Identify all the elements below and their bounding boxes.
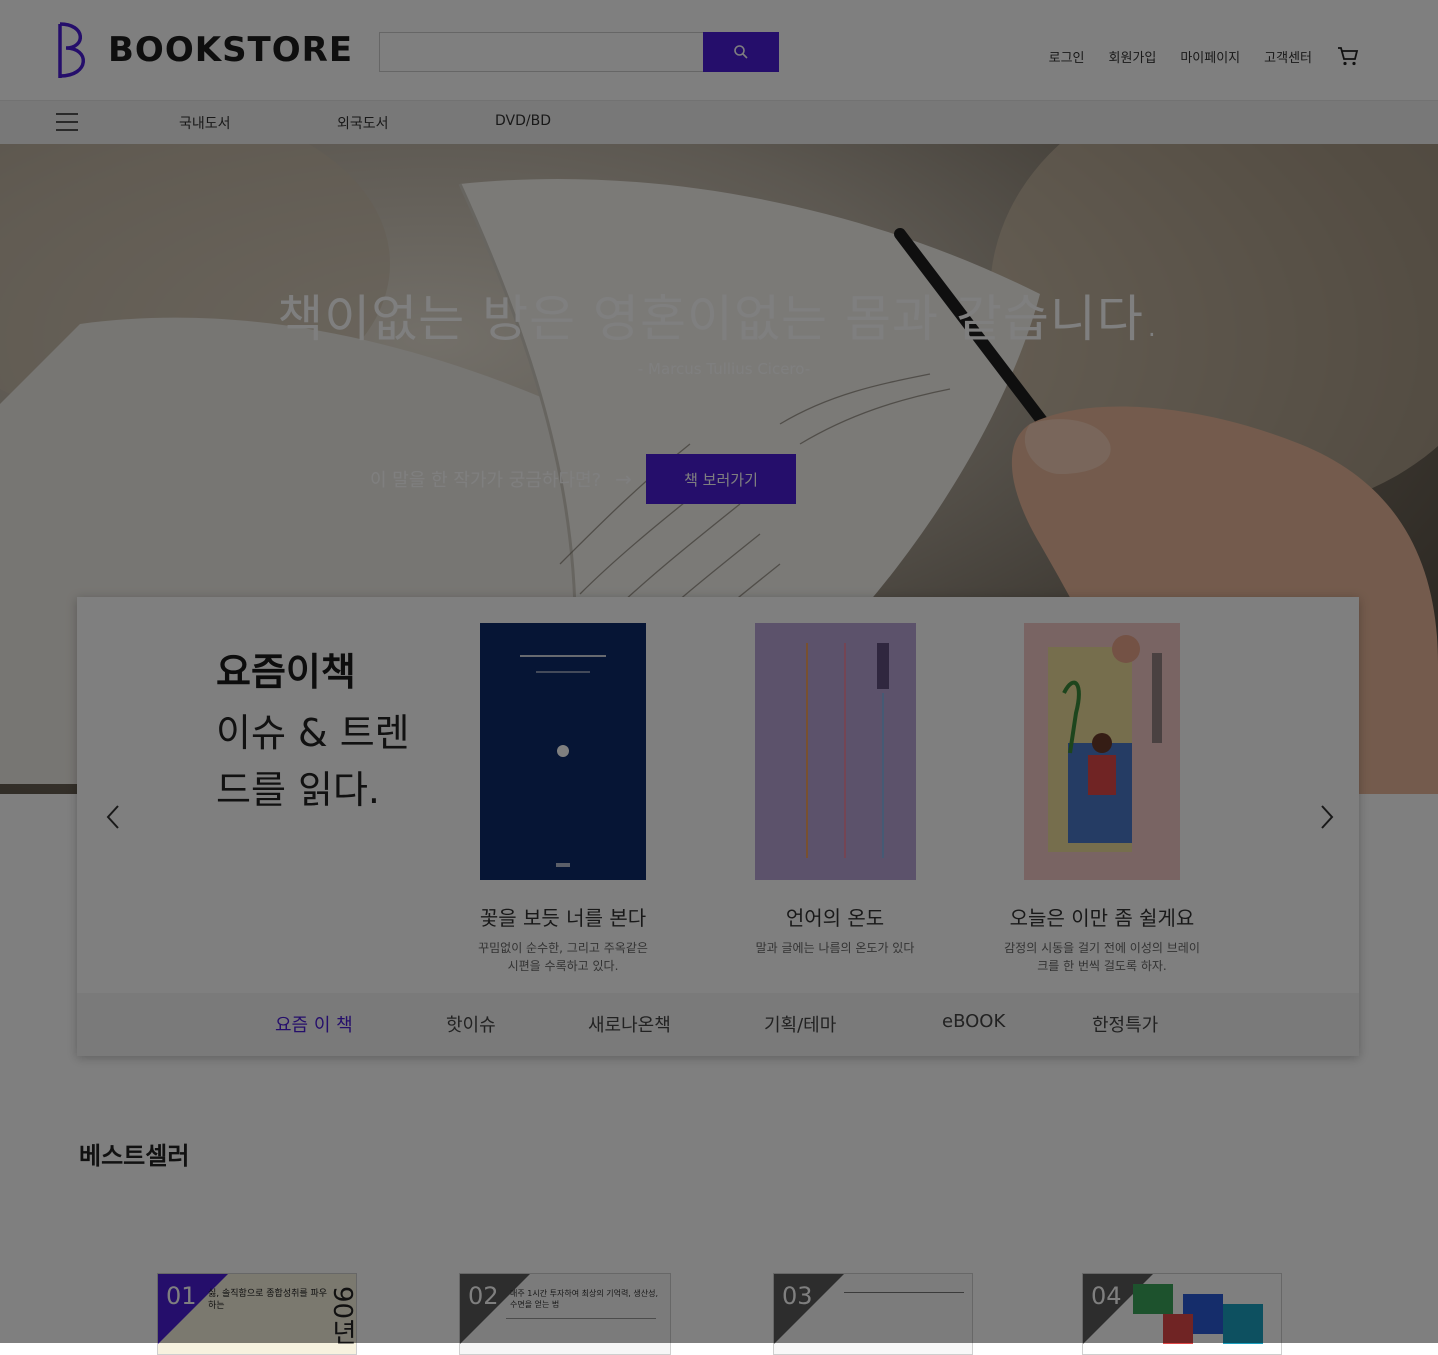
mypage-link[interactable]: 마이페이지 xyxy=(1180,47,1240,66)
search-icon xyxy=(734,45,748,59)
hero-cta-text: 이 말을 한 작가가 궁금하다면? xyxy=(370,470,602,491)
signup-link[interactable]: 회원가입 xyxy=(1109,47,1157,66)
support-link[interactable]: 고객센터 xyxy=(1264,47,1312,66)
book-cover-1 xyxy=(480,623,646,880)
divider xyxy=(506,1318,656,1319)
rank-number: 04 xyxy=(1091,1282,1122,1310)
bestseller-title: 베스트셀러 xyxy=(79,1142,190,1170)
hero-quote: 책이없는 방은 영혼이없는 몸과 같습니다. xyxy=(277,290,1161,348)
book-caption: 싫, 솔직함으로 종합성취를 파우하는 xyxy=(208,1289,328,1311)
top-links: 로그인 회원가입 마이페이지 고객센터 xyxy=(1049,44,1360,68)
tab-new-books[interactable]: 새로나온책 xyxy=(588,1011,671,1037)
tab-ebook[interactable]: eBOOK xyxy=(942,1011,1005,1032)
brand-logo[interactable]: BOOKSTORE xyxy=(56,20,353,80)
chevron-right-icon[interactable] xyxy=(1317,803,1337,831)
tab-special[interactable]: 한정특가 xyxy=(1092,1011,1158,1037)
search-input[interactable] xyxy=(379,32,703,72)
rank-number: 01 xyxy=(166,1282,197,1310)
book-title-3: 오늘은 이만 좀 쉴게요 xyxy=(1009,906,1195,930)
category-nav: 국내도서 외국도서 DVD/BD xyxy=(0,100,1438,145)
featured-panel: 요즘이책 이슈 & 트렌드를 읽다. 꽃을 보듯 너를 본다 꾸밈없이 순수한,… xyxy=(77,597,1359,1056)
book-desc-3: 감정의 시동을 걸기 전에 이성의 브레이크를 한 번씩 걸도록 하자. xyxy=(1004,941,1200,973)
book-side-text: 90년 xyxy=(327,1286,357,1346)
book-desc-2: 말과 글에는 나름의 온도가 있다 xyxy=(755,941,915,955)
hamburger-icon[interactable] xyxy=(56,113,78,133)
brand-name: BOOKSTORE xyxy=(108,30,354,70)
hero-author: - Marcus Tullius Cicero- xyxy=(637,360,811,378)
book-cover-art xyxy=(1133,1284,1263,1344)
tab-hot-issue[interactable]: 핫이슈 xyxy=(446,1011,496,1037)
tab-recent[interactable]: 요즘 이 책 xyxy=(275,1011,353,1037)
book-caption: 매주 1시간 투자하여 최상의 기억력, 생산성, 수면을 얻는 법 xyxy=(510,1289,659,1309)
cart-icon[interactable] xyxy=(1336,44,1360,68)
book-desc-1: 꾸밈없이 순수한, 그리고 주옥같은 시편을 수록하고 있다. xyxy=(478,941,648,973)
search-bar xyxy=(379,32,779,72)
rank-number: 03 xyxy=(782,1282,813,1310)
arrow-right-icon: → xyxy=(615,467,632,491)
browse-books-button[interactable]: 책 보러가기 xyxy=(646,454,796,504)
tab-theme[interactable]: 기획/테마 xyxy=(764,1011,836,1037)
featured-book-1[interactable]: 꽃을 보듯 너를 본다 꾸밈없이 순수한, 그리고 주옥같은 시편을 수록하고 … xyxy=(473,623,653,975)
site-header: BOOKSTORE 로그인 회원가입 마이페이지 고객센터 xyxy=(0,0,1438,100)
featured-subtitle: 이슈 & 트렌드를 읽다. xyxy=(216,711,410,812)
featured-tabs: 요즘 이 책 핫이슈 새로나온책 기획/테마 eBOOK 한정특가 xyxy=(77,993,1359,1056)
divider xyxy=(844,1292,964,1293)
logo-mark-icon xyxy=(58,22,85,78)
search-button[interactable] xyxy=(703,32,779,72)
featured-book-3[interactable]: 오늘은 이만 좀 쉴게요 감정의 시동을 걸기 전에 이성의 브레이크를 한 번… xyxy=(1002,623,1202,975)
featured-title: 요즘이책 xyxy=(216,650,356,694)
book-cover-3 xyxy=(1024,623,1180,880)
book-cover-2 xyxy=(754,623,916,880)
featured-book-2[interactable]: 언어의 온도 말과 글에는 나름의 온도가 있다 xyxy=(745,623,925,957)
hero-cta: 이 말을 한 작가가 궁금하다면? → xyxy=(370,466,632,492)
book-title-1: 꽃을 보듯 너를 본다 xyxy=(479,906,647,930)
book-title-2: 언어의 온도 xyxy=(785,906,885,930)
nav-item-dvd[interactable]: DVD/BD xyxy=(495,113,551,129)
rank-number: 02 xyxy=(468,1282,499,1310)
nav-item-domestic[interactable]: 국내도서 xyxy=(179,113,231,133)
login-link[interactable]: 로그인 xyxy=(1049,47,1085,66)
chevron-left-icon[interactable] xyxy=(103,803,123,831)
nav-item-foreign[interactable]: 외국도서 xyxy=(337,113,389,133)
